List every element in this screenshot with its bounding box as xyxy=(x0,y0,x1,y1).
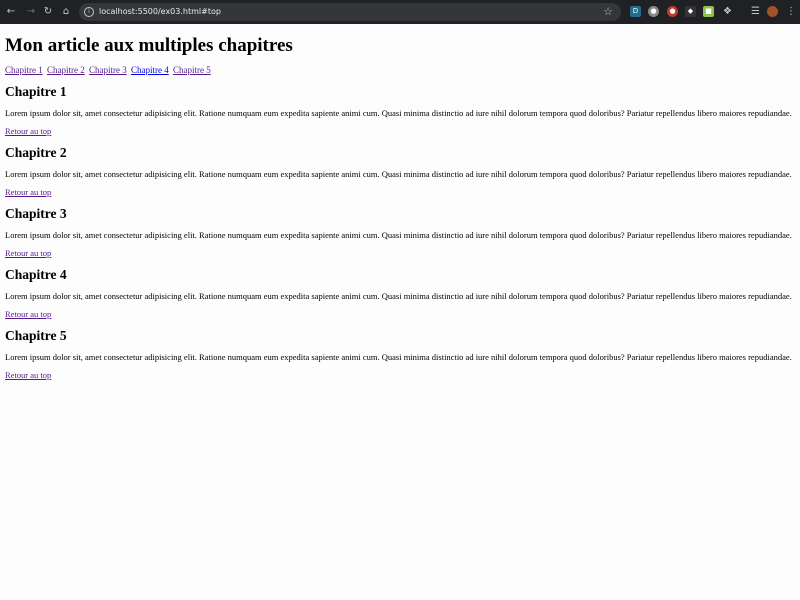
chapter-paragraph: Lorem ipsum dolor sit, amet consectetur … xyxy=(5,230,792,240)
url-text[interactable]: localhost:5500/ex03.html#top xyxy=(99,6,221,18)
chapter-paragraph: Lorem ipsum dolor sit, amet consectetur … xyxy=(5,352,792,362)
home-icon[interactable]: ⌂ xyxy=(59,5,73,19)
reading-list-icon[interactable]: ☰ xyxy=(750,6,761,17)
puzzle-icon[interactable]: ❖ xyxy=(722,6,733,17)
extension-icon[interactable]: ◆ xyxy=(685,6,696,17)
star-icon[interactable]: ☆ xyxy=(603,5,613,18)
chapter-heading: Chapitre 4 xyxy=(5,267,67,282)
forward-arrow-icon[interactable]: → xyxy=(24,5,38,19)
chapter-section: Chapitre 4 Lorem ipsum dolor sit, amet c… xyxy=(5,267,795,319)
page-title: Mon article aux multiples chapitres xyxy=(5,35,293,56)
extension-icon[interactable]: ■ xyxy=(703,6,714,17)
chapter-paragraph: Lorem ipsum dolor sit, amet consectetur … xyxy=(5,169,792,179)
site-info-icon[interactable]: i xyxy=(84,7,94,17)
back-to-top-link[interactable]: Retour au top xyxy=(5,126,51,136)
back-to-top-link[interactable]: Retour au top xyxy=(5,248,51,258)
toc-link-chapitre-5[interactable]: Chapitre 5 xyxy=(173,65,211,75)
toc-link-chapitre-1[interactable]: Chapitre 1 xyxy=(5,65,43,75)
kebab-menu-icon[interactable]: ⋮ xyxy=(786,5,796,19)
chapter-paragraph: Lorem ipsum dolor sit, amet consectetur … xyxy=(5,108,792,118)
back-to-top-link[interactable]: Retour au top xyxy=(5,370,51,380)
extension-icon[interactable]: ● xyxy=(648,6,659,17)
browser-toolbar: ← → ↻ ⌂ i localhost:5500/ex03.html#top ☆… xyxy=(0,0,800,24)
extension-icon[interactable]: ● xyxy=(667,6,678,17)
chapter-section: Chapitre 1 Lorem ipsum dolor sit, amet c… xyxy=(5,84,795,136)
table-of-contents: Chapitre 1 Chapitre 2 Chapitre 3 Chapitr… xyxy=(5,64,213,76)
chapter-section: Chapitre 3 Lorem ipsum dolor sit, amet c… xyxy=(5,206,795,258)
back-to-top-link[interactable]: Retour au top xyxy=(5,187,51,197)
chapter-heading: Chapitre 5 xyxy=(5,328,67,343)
reload-icon[interactable]: ↻ xyxy=(41,5,55,19)
chapter-section: Chapitre 5 Lorem ipsum dolor sit, amet c… xyxy=(5,328,795,380)
extension-icon[interactable]: D xyxy=(630,6,641,17)
chapter-heading: Chapitre 2 xyxy=(5,145,67,160)
back-to-top-link[interactable]: Retour au top xyxy=(5,309,51,319)
toc-link-chapitre-4[interactable]: Chapitre 4 xyxy=(131,65,169,75)
back-arrow-icon[interactable]: ← xyxy=(4,5,18,19)
chapter-heading: Chapitre 1 xyxy=(5,84,67,99)
toc-link-chapitre-3[interactable]: Chapitre 3 xyxy=(89,65,127,75)
chapter-section: Chapitre 2 Lorem ipsum dolor sit, amet c… xyxy=(5,145,795,197)
address-bar[interactable]: i localhost:5500/ex03.html#top ☆ xyxy=(79,3,621,21)
chapter-paragraph: Lorem ipsum dolor sit, amet consectetur … xyxy=(5,291,792,301)
toc-link-chapitre-2[interactable]: Chapitre 2 xyxy=(47,65,85,75)
chapter-heading: Chapitre 3 xyxy=(5,206,67,221)
page-content: Mon article aux multiples chapitres Chap… xyxy=(0,24,800,600)
avatar[interactable] xyxy=(767,6,778,17)
